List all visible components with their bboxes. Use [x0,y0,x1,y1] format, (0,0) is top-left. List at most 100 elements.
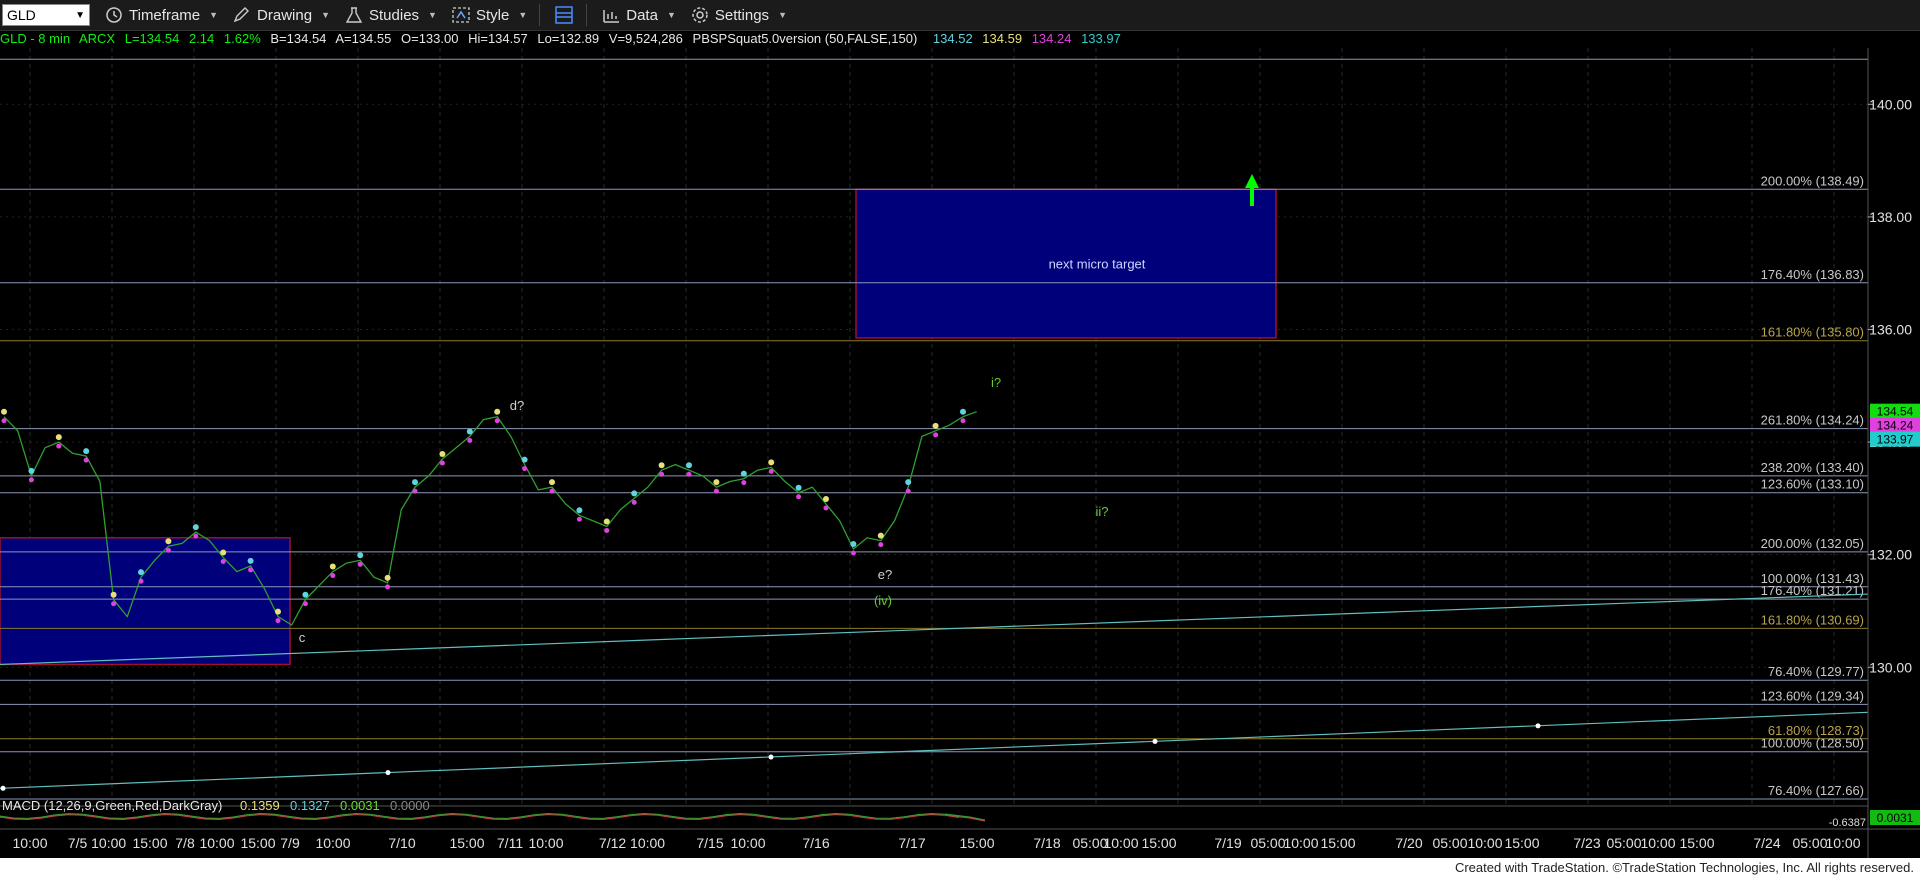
signal-dot [960,408,966,415]
signal-dot [466,428,473,435]
x-tick-label: 10:00 [1283,835,1318,851]
chevron-down-icon: ▼ [209,10,219,20]
open-price: O=133.00 [400,31,459,46]
x-tick-label: 15:00 [240,835,275,851]
low-price: Lo=132.89 [537,31,600,46]
x-tick-label: 7/10 [388,835,415,851]
signal-dot [247,557,254,564]
wave-label: (iv) [874,593,892,608]
wave-label: e? [878,567,892,582]
copyright-text: Created with TradeStation. ©TradeStation… [1454,860,1914,875]
price-tag-label: 134.54 [1877,405,1914,419]
settings-menu[interactable]: Settings ▼ [690,6,787,24]
wave-labels: d? e? (iv) c i? ii? [299,375,1109,645]
signal-dot [494,418,500,424]
toolbar-divider [586,4,588,26]
style-menu[interactable]: Style ▼ [451,6,527,24]
chart-title: GLD - 8 min [0,31,71,46]
signal-dot [357,561,363,567]
chevron-down-icon[interactable]: ▼ [75,10,85,21]
signal-dot [905,488,911,494]
symbol-input[interactable]: GLD ▼ [2,4,90,26]
data-menu[interactable]: Data ▼ [601,6,676,24]
signal-dot [494,408,501,415]
price-tag-label: 133.97 [1877,433,1914,447]
signal-dot [220,549,227,556]
y-tick-label: 130.00 [1869,659,1912,675]
wave-label: i? [991,375,1001,390]
signal-dot [686,462,692,469]
wave-label: c [299,630,306,645]
signal-dot [795,484,802,491]
signal-dot [741,480,747,486]
fib-level-label: 200.00% (138.49) [1761,173,1864,188]
y-tick-label: 132.00 [1869,547,1912,563]
signal-dot [877,532,884,539]
signal-dot [248,567,254,573]
signal-dot [193,533,199,539]
x-tick-label: 05:00 [1072,835,1107,851]
study-value: 134.59 [982,31,1023,46]
x-tick-label: 7/12 10:00 [599,835,665,851]
volume: V=9,524,286 [608,31,683,46]
x-tick-label: 7/19 [1214,835,1241,851]
signal-dot [412,488,418,494]
studies-label: Studies [369,6,420,24]
signal-dot [604,528,610,534]
signal-dot [549,488,555,494]
fib-level-label: 161.80% (130.69) [1761,612,1864,627]
data-icon [603,10,620,23]
timeframe-menu[interactable]: Timeframe ▼ [104,6,218,24]
drawing-menu[interactable]: Drawing ▼ [232,6,330,24]
fib-level-label: 76.40% (129.77) [1768,664,1864,679]
x-tick-label: 10:00 [199,835,234,851]
signal-dot [686,471,692,477]
x-tick-label: 15:00 [1320,835,1355,851]
signal-dot [192,524,199,531]
x-tick-label: 7/5 10:00 [68,835,127,851]
study-name: PBSPSquat5.0version (50,FALSE,150) [692,31,918,46]
signal-dot [933,432,939,438]
zone-boxes: next micro target [0,188,1277,666]
chart-toolbar: GLD ▼ Timeframe ▼ Drawing ▼ Studies ▼ Style… [0,0,1920,31]
lower-zone-box [0,537,291,666]
data-label: Data [626,6,658,24]
x-tick-label: 7/15 [696,835,723,851]
signal-dot [138,569,144,576]
signal-dot [713,479,720,486]
pct-change: 1.62% [223,31,261,46]
fib-level-label: 261.80% (134.24) [1761,413,1864,428]
trend-anchor-point [768,754,774,760]
fib-level-label: 161.80% (135.80) [1761,325,1864,340]
x-tick-label: 10:00 [1825,835,1860,851]
x-tick-label: 05:00 [1792,835,1827,851]
y-tick-label: 138.00 [1869,209,1912,225]
macd-pane: MACD (12,26,9,Green,Red,DarkGray) 0.1359 0… [0,798,1920,829]
price-chart[interactable]: next micro target 200.00% (138.49) 176.40… [0,48,1920,858]
x-tick-label: 7/9 [280,835,300,851]
wave-label: d? [510,398,524,413]
fib-level-label: 176.40% (136.83) [1761,267,1864,282]
studies-menu[interactable]: Studies ▼ [344,6,437,24]
settings-label: Settings [714,6,770,24]
high-price: Hi=134.57 [468,31,528,46]
x-tick-label: 10:00 [1103,835,1138,851]
signal-dot [905,479,912,486]
timeframe-label: Timeframe [129,6,201,24]
signal-dot [960,418,966,424]
clock-icon [106,7,122,23]
signal-dot [823,496,829,502]
signal-dot [111,601,117,607]
signal-dot [631,490,638,497]
signal-dot [659,471,665,477]
signal-dot [412,479,418,486]
x-tick-label: 7/18 [1033,835,1060,851]
fib-level-label: 76.40% (127.66) [1768,783,1864,798]
layout-button[interactable] [554,6,574,24]
macd-tag-label: 0.0031 [1877,811,1914,825]
signal-dot [768,459,775,466]
signal-dot [768,468,774,474]
signal-dot [1,408,7,415]
chevron-down-icon: ▼ [428,10,437,20]
footer: Created with TradeStation. ©TradeStation… [0,858,1920,878]
